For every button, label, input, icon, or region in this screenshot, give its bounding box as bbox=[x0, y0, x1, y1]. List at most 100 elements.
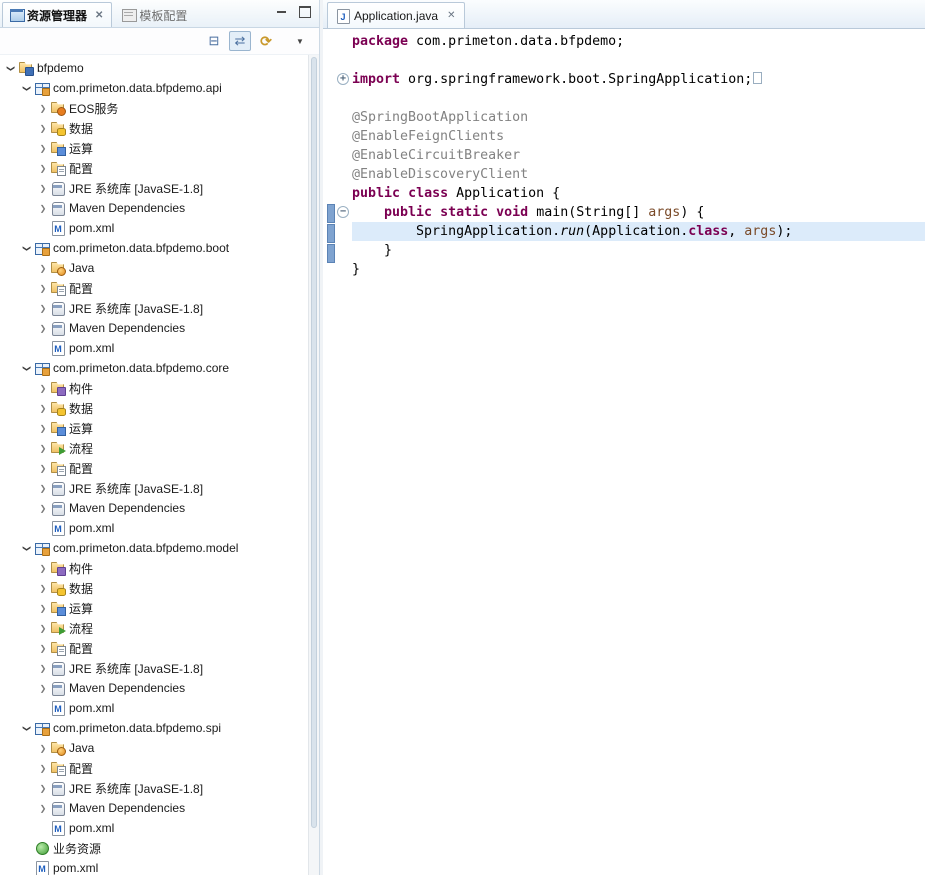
expand-arrow-icon[interactable]: ❯ bbox=[36, 804, 50, 813]
tree-item[interactable]: ❯数据 bbox=[0, 118, 308, 138]
expand-arrow-icon[interactable]: ❯ bbox=[36, 624, 50, 633]
code-editor[interactable]: + − package com.primeton.data.bfpdemo; imp… bbox=[323, 29, 925, 875]
code-line[interactable]: import org.springframework.boot.SpringAp… bbox=[352, 70, 925, 89]
close-icon[interactable]: ✕ bbox=[95, 10, 103, 21]
tree-item[interactable]: pom.xml bbox=[0, 858, 308, 875]
expand-arrow-icon[interactable]: ❯ bbox=[36, 604, 50, 613]
tree-item[interactable]: ❯配置 bbox=[0, 458, 308, 478]
tree-item[interactable]: ❯流程 bbox=[0, 618, 308, 638]
tree-item[interactable]: ❯Java bbox=[0, 258, 308, 278]
expand-arrow-icon[interactable]: ❯ bbox=[36, 384, 50, 393]
code-line[interactable]: package com.primeton.data.bfpdemo; bbox=[352, 32, 925, 51]
tree-item[interactable]: ❯EOS服务 bbox=[0, 98, 308, 118]
expand-arrow-icon[interactable]: ❯ bbox=[36, 104, 50, 113]
code-line[interactable] bbox=[352, 89, 925, 108]
code-line[interactable] bbox=[352, 51, 925, 70]
tree-item[interactable]: ❯运算 bbox=[0, 598, 308, 618]
close-icon[interactable]: ✕ bbox=[447, 10, 455, 21]
fold-collapse-icon[interactable]: − bbox=[337, 206, 349, 218]
tab-resource-manager[interactable]: 资源管理器 ✕ bbox=[2, 2, 112, 27]
tree-item[interactable]: ❯Java bbox=[0, 738, 308, 758]
tree-item[interactable]: ❯JRE 系统库 [JavaSE-1.8] bbox=[0, 778, 308, 798]
expand-arrow-icon[interactable]: ❯ bbox=[36, 124, 50, 133]
tree-item[interactable]: ❯流程 bbox=[0, 438, 308, 458]
code-line-current[interactable]: SpringApplication.run(Application.class,… bbox=[352, 222, 925, 241]
expand-arrow-icon[interactable]: ❯ bbox=[36, 424, 50, 433]
tree-item[interactable]: ❯配置 bbox=[0, 758, 308, 778]
code-line[interactable]: public class Application { bbox=[352, 184, 925, 203]
tree-item[interactable]: pom.xml bbox=[0, 338, 308, 358]
expand-arrow-icon[interactable]: ❯ bbox=[36, 144, 50, 153]
tree-item[interactable]: ❯构件 bbox=[0, 378, 308, 398]
tree-item[interactable]: ❯JRE 系统库 [JavaSE-1.8] bbox=[0, 298, 308, 318]
code-area[interactable]: package com.primeton.data.bfpdemo; import… bbox=[352, 29, 925, 875]
expand-arrow-icon[interactable]: ❯ bbox=[36, 584, 50, 593]
tree-item[interactable]: pom.xml bbox=[0, 818, 308, 838]
tree-item[interactable]: ❯Maven Dependencies bbox=[0, 498, 308, 518]
expand-arrow-icon[interactable]: ❯ bbox=[36, 464, 50, 473]
tree-item[interactable]: pom.xml bbox=[0, 518, 308, 538]
collapse-arrow-icon[interactable]: ❯ bbox=[23, 721, 32, 735]
expand-arrow-icon[interactable]: ❯ bbox=[36, 264, 50, 273]
scrollbar-thumb[interactable] bbox=[311, 57, 317, 828]
code-line[interactable]: public static void main(String[] args) { bbox=[352, 203, 925, 222]
collapse-arrow-icon[interactable]: ❯ bbox=[23, 541, 32, 555]
tree-item[interactable]: ❯com.primeton.data.bfpdemo.model bbox=[0, 538, 308, 558]
tree-item[interactable]: ❯运算 bbox=[0, 138, 308, 158]
tree-item[interactable]: ❯JRE 系统库 [JavaSE-1.8] bbox=[0, 178, 308, 198]
collapse-all-icon[interactable]: ⊟ bbox=[203, 31, 225, 51]
expand-arrow-icon[interactable]: ❯ bbox=[36, 204, 50, 213]
expand-arrow-icon[interactable]: ❯ bbox=[36, 644, 50, 653]
expand-arrow-icon[interactable]: ❯ bbox=[36, 664, 50, 673]
expand-arrow-icon[interactable]: ❯ bbox=[36, 184, 50, 193]
tree-item[interactable]: ❯配置 bbox=[0, 278, 308, 298]
tab-application-java[interactable]: Application.java ✕ bbox=[327, 2, 465, 28]
collapse-arrow-icon[interactable]: ❯ bbox=[23, 241, 32, 255]
expand-arrow-icon[interactable]: ❯ bbox=[36, 484, 50, 493]
expand-arrow-icon[interactable]: ❯ bbox=[36, 164, 50, 173]
tree-item[interactable]: ❯数据 bbox=[0, 578, 308, 598]
collapse-arrow-icon[interactable]: ❯ bbox=[23, 81, 32, 95]
refresh-icon[interactable]: ⟳ bbox=[255, 31, 277, 51]
code-line[interactable]: @EnableFeignClients bbox=[352, 127, 925, 146]
collapse-arrow-icon[interactable]: ❯ bbox=[23, 361, 32, 375]
tree-item[interactable]: ❯com.primeton.data.bfpdemo.api bbox=[0, 78, 308, 98]
tab-template-config[interactable]: 模板配置 bbox=[114, 2, 198, 27]
code-line[interactable]: @SpringBootApplication bbox=[352, 108, 925, 127]
expand-arrow-icon[interactable]: ❯ bbox=[36, 284, 50, 293]
tree-item[interactable]: ❯com.primeton.data.bfpdemo.core bbox=[0, 358, 308, 378]
tree-item[interactable]: ❯com.primeton.data.bfpdemo.boot bbox=[0, 238, 308, 258]
tree-item[interactable]: pom.xml bbox=[0, 218, 308, 238]
tree-item[interactable]: ❯Maven Dependencies bbox=[0, 678, 308, 698]
link-with-editor-icon[interactable]: ⇄ bbox=[229, 31, 251, 51]
tree-item[interactable]: ❯配置 bbox=[0, 638, 308, 658]
code-line[interactable]: } bbox=[352, 241, 925, 260]
expand-arrow-icon[interactable]: ❯ bbox=[36, 504, 50, 513]
tree-item[interactable]: pom.xml bbox=[0, 698, 308, 718]
expand-arrow-icon[interactable]: ❯ bbox=[36, 564, 50, 573]
maximize-view-icon[interactable] bbox=[297, 5, 313, 19]
tree-item[interactable]: ❯com.primeton.data.bfpdemo.spi bbox=[0, 718, 308, 738]
expand-arrow-icon[interactable]: ❯ bbox=[36, 784, 50, 793]
expand-arrow-icon[interactable]: ❯ bbox=[36, 684, 50, 693]
tree-item[interactable]: ❯Maven Dependencies bbox=[0, 198, 308, 218]
fold-expand-icon[interactable]: + bbox=[337, 73, 349, 85]
expand-arrow-icon[interactable]: ❯ bbox=[36, 744, 50, 753]
expand-arrow-icon[interactable]: ❯ bbox=[36, 304, 50, 313]
expand-arrow-icon[interactable]: ❯ bbox=[36, 324, 50, 333]
tree-item[interactable]: ❯Maven Dependencies bbox=[0, 318, 308, 338]
tree-item[interactable]: ❯JRE 系统库 [JavaSE-1.8] bbox=[0, 658, 308, 678]
code-line[interactable]: @EnableDiscoveryClient bbox=[352, 165, 925, 184]
expand-arrow-icon[interactable]: ❯ bbox=[36, 404, 50, 413]
tree-item[interactable]: ❯配置 bbox=[0, 158, 308, 178]
tree-item[interactable]: ❯JRE 系统库 [JavaSE-1.8] bbox=[0, 478, 308, 498]
tree-item[interactable]: ❯数据 bbox=[0, 398, 308, 418]
tree-item[interactable]: ❯运算 bbox=[0, 418, 308, 438]
code-line[interactable]: @EnableCircuitBreaker bbox=[352, 146, 925, 165]
collapse-arrow-icon[interactable]: ❯ bbox=[7, 61, 16, 75]
tree-item[interactable]: ❯Maven Dependencies bbox=[0, 798, 308, 818]
tree-item[interactable]: 业务资源 bbox=[0, 838, 308, 858]
expand-arrow-icon[interactable]: ❯ bbox=[36, 444, 50, 453]
tree-item[interactable]: ❯bfpdemo bbox=[0, 58, 308, 78]
view-menu-icon[interactable]: ▼ bbox=[289, 31, 311, 51]
